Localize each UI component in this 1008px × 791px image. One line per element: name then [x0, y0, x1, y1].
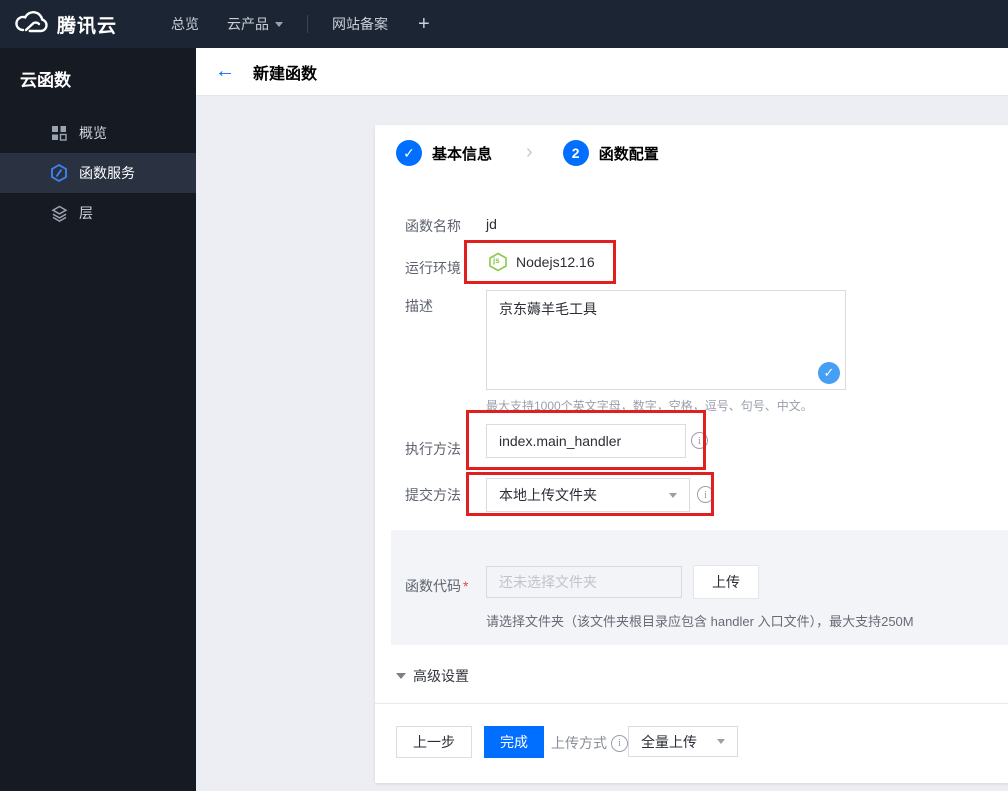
nav-item-overview[interactable]: 总览 [157, 0, 213, 48]
select-caret-icon [717, 739, 725, 744]
grid-icon [50, 124, 68, 142]
upload-button[interactable]: 上传 [693, 565, 759, 599]
submit-method-value: 本地上传文件夹 [499, 487, 597, 503]
description-valid-check-icon: ✓ [818, 362, 840, 384]
function-code-label-text: 函数代码 [405, 578, 461, 594]
function-name-value: jd [486, 216, 497, 232]
sidebar-item-overview[interactable]: 概览 [0, 113, 196, 153]
submit-method-label: 提交方法 [405, 487, 461, 503]
create-function-card: ✓ 基本信息 › 2 函数配置 函数名称 jd 运行环境 js Nodejs12… [375, 125, 1008, 783]
function-code-hint: 请选择文件夹（该文件夹根目录应包含 handler 入口文件），最大支持250M [486, 614, 914, 629]
upload-mode-value: 全量上传 [641, 733, 697, 750]
nav-divider [307, 15, 309, 33]
sidebar-item-function-service[interactable]: 函数服务 [0, 153, 196, 193]
advanced-settings-label: 高级设置 [413, 668, 469, 684]
upload-mode-label: 上传方式 [551, 735, 607, 751]
brand-name: 腾讯云 [57, 15, 118, 37]
required-star: * [463, 578, 469, 594]
advanced-settings-toggle[interactable]: 高级设置 [396, 666, 469, 686]
description-textarea[interactable]: 京东薅羊毛工具 [486, 290, 846, 390]
select-caret-icon [669, 492, 677, 498]
nav-item-label: 网站备案 [332, 16, 389, 32]
upload-mode-select[interactable]: 全量上传 [628, 726, 738, 757]
nav-item-cloud-products[interactable]: 云产品 [213, 0, 297, 48]
step-chevron-icon: › [526, 140, 533, 163]
step1-check-icon: ✓ [396, 140, 422, 166]
footer-divider [375, 703, 1008, 704]
step2-number: 2 [562, 140, 589, 166]
add-tab-button[interactable]: + [402, 13, 446, 36]
sidebar: 云函数 概览 函数服务 层 [0, 48, 196, 791]
runtime-text: Nodejs12.16 [516, 254, 595, 270]
description-hint: 最大支持1000个英文字母，数字，空格，逗号、句号、中文。 [486, 399, 813, 413]
chevron-down-icon [275, 21, 284, 27]
sidebar-title: 云函数 [20, 71, 71, 90]
function-code-label: 函数代码 * [405, 576, 468, 596]
page-header: ← 新建函数 [196, 48, 1008, 96]
top-navbar: 腾讯云 总览 云产品 网站备案 + [0, 0, 1008, 48]
nav-item-label: 云产品 [227, 16, 270, 32]
step1-label: 基本信息 [432, 145, 493, 163]
nodejs-icon: js [488, 252, 508, 272]
cloud-logo-icon [14, 9, 48, 40]
description-label: 描述 [405, 298, 433, 314]
nav-items: 总览 云产品 网站备案 + [157, 0, 446, 48]
runtime-label: 运行环境 [405, 260, 461, 276]
scf-hexagon-icon [50, 164, 68, 182]
step-indicator: ✓ 基本信息 › 2 函数配置 [396, 140, 659, 166]
submit-method-select[interactable]: 本地上传文件夹 [486, 478, 690, 512]
previous-step-button[interactable]: 上一步 [396, 726, 472, 758]
triangle-down-icon [396, 673, 406, 679]
function-name-label: 函数名称 [405, 218, 461, 234]
step2-label: 函数配置 [598, 145, 659, 163]
sidebar-item-label: 层 [79, 205, 93, 221]
nav-item-website-icp[interactable]: 网站备案 [318, 0, 402, 48]
tencent-cloud-logo[interactable]: 腾讯云 [0, 9, 131, 40]
finish-button[interactable]: 完成 [484, 726, 544, 758]
back-arrow-icon[interactable]: ← [215, 60, 235, 83]
upload-mode: 上传方式 i [551, 733, 628, 753]
nodejs-js-label: js [493, 256, 500, 265]
page-title: 新建函数 [253, 65, 318, 83]
sidebar-item-label: 函数服务 [79, 165, 135, 181]
runtime-value: js Nodejs12.16 [488, 252, 595, 272]
upload-mode-info-icon[interactable]: i [611, 734, 628, 752]
sidebar-item-label: 概览 [79, 125, 107, 141]
submit-method-info-icon[interactable]: i [697, 486, 714, 503]
handler-info-icon[interactable]: i [691, 432, 708, 449]
handler-input[interactable] [486, 424, 686, 458]
nav-item-label: 总览 [171, 16, 200, 32]
folder-path-input[interactable] [486, 566, 682, 598]
handler-label: 执行方法 [405, 441, 461, 457]
main-area: ← 新建函数 ✓ 基本信息 › 2 函数配置 函数名称 jd 运行环境 js N… [196, 48, 1008, 791]
sidebar-item-layers[interactable]: 层 [0, 193, 196, 233]
layers-icon [50, 204, 68, 222]
